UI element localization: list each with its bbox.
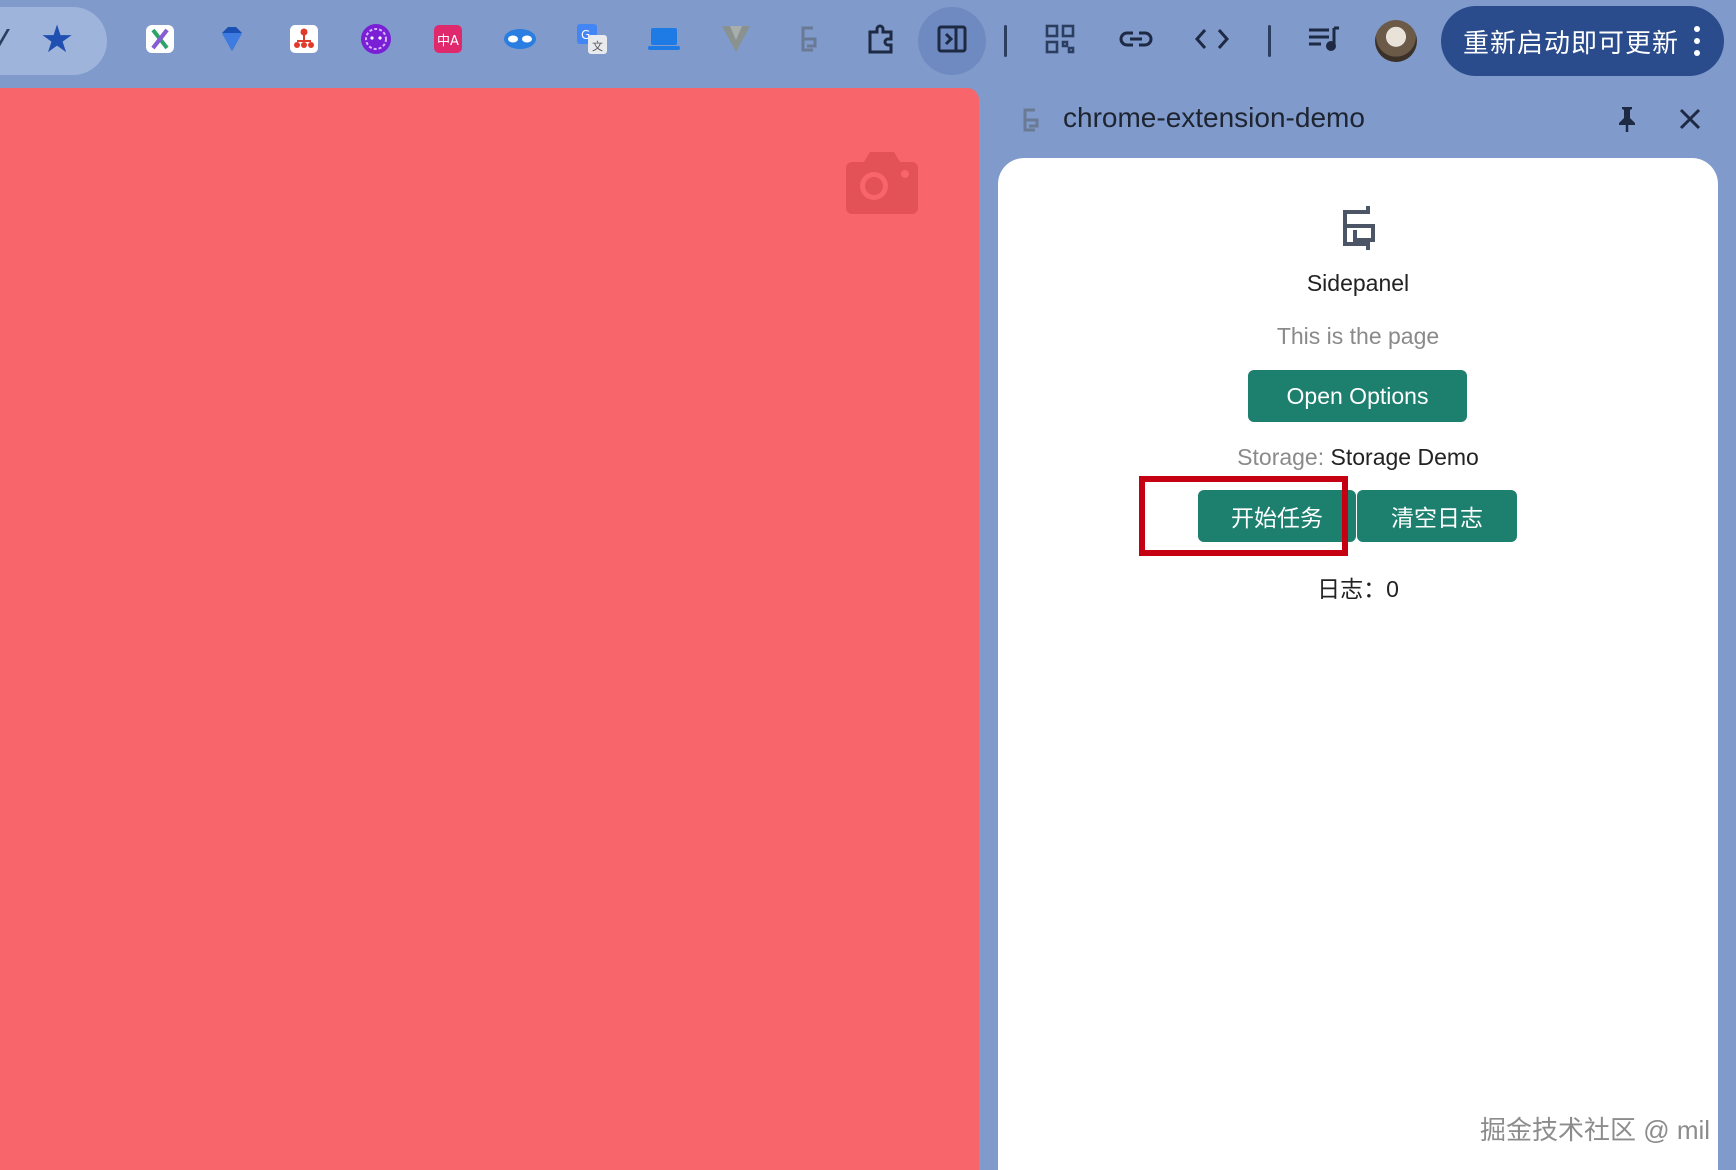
bookmark-star-icon[interactable]: ★ bbox=[40, 21, 74, 59]
extension-logo-icon bbox=[1343, 206, 1375, 250]
side-panel-toggle-icon[interactable] bbox=[927, 14, 977, 64]
media-queue-icon[interactable] bbox=[1299, 14, 1349, 64]
svg-text:文: 文 bbox=[592, 39, 603, 53]
log-count: 日志：0 bbox=[1317, 576, 1399, 602]
watermark: 掘金技术社区 @ mil bbox=[1480, 1115, 1711, 1145]
toolbar-separator bbox=[1268, 25, 1271, 57]
svg-text:中A: 中A bbox=[437, 34, 459, 49]
extension-demo-icon[interactable] bbox=[783, 14, 833, 64]
omnibox-end[interactable]: ★ bbox=[0, 7, 107, 75]
more-vert-icon[interactable] bbox=[1694, 26, 1700, 56]
toolbar-separator bbox=[1004, 25, 1007, 57]
extension-x-icon[interactable] bbox=[135, 14, 185, 64]
open-options-button[interactable]: Open Options bbox=[1248, 370, 1467, 422]
extension-v-icon[interactable] bbox=[711, 14, 761, 64]
qr-code-icon[interactable] bbox=[1035, 14, 1085, 64]
page-subtitle: This is the page bbox=[1276, 323, 1440, 349]
search-icon bbox=[0, 29, 19, 53]
storage-label: Storage: bbox=[1237, 444, 1325, 470]
google-translate-icon[interactable]: G文 bbox=[567, 14, 617, 64]
web-page-content bbox=[0, 88, 979, 1170]
extension-demo-icon bbox=[1023, 108, 1039, 132]
camera-icon[interactable] bbox=[842, 150, 922, 216]
extension-mask-icon[interactable] bbox=[495, 14, 545, 64]
profile-avatar[interactable] bbox=[1375, 20, 1417, 62]
side-panel-title: chrome-extension-demo bbox=[1063, 102, 1365, 133]
browser-toolbar: ★ 中A G文 重新启动即可更新 bbox=[0, 0, 1736, 86]
pin-icon[interactable] bbox=[1612, 104, 1642, 134]
storage-value: Storage Demo bbox=[1330, 444, 1479, 470]
extension-diamond-icon[interactable] bbox=[207, 14, 257, 64]
page-heading: Sidepanel bbox=[1306, 270, 1410, 296]
clear-log-button[interactable]: 清空日志 bbox=[1357, 490, 1517, 542]
extension-purple-face-icon[interactable] bbox=[351, 14, 401, 64]
extension-laptop-icon[interactable] bbox=[639, 14, 689, 64]
extensions-puzzle-icon[interactable] bbox=[856, 14, 906, 64]
side-panel-header: chrome-extension-demo bbox=[1000, 90, 1736, 150]
update-button-label: 重新启动即可更新 bbox=[1463, 27, 1680, 58]
restart-to-update-button[interactable]: 重新启动即可更新 bbox=[1441, 6, 1724, 76]
close-icon[interactable] bbox=[1675, 104, 1705, 134]
code-icon[interactable] bbox=[1187, 14, 1237, 64]
side-panel-content: Sidepanel This is the page Open Options … bbox=[998, 158, 1718, 1170]
annotation-highlight-box bbox=[1139, 476, 1348, 556]
extension-org-chart-icon[interactable] bbox=[279, 14, 329, 64]
extension-translate-a-icon[interactable]: 中A bbox=[423, 14, 473, 64]
storage-line: Storage: Storage Demo bbox=[998, 444, 1718, 471]
link-icon[interactable] bbox=[1111, 14, 1161, 64]
